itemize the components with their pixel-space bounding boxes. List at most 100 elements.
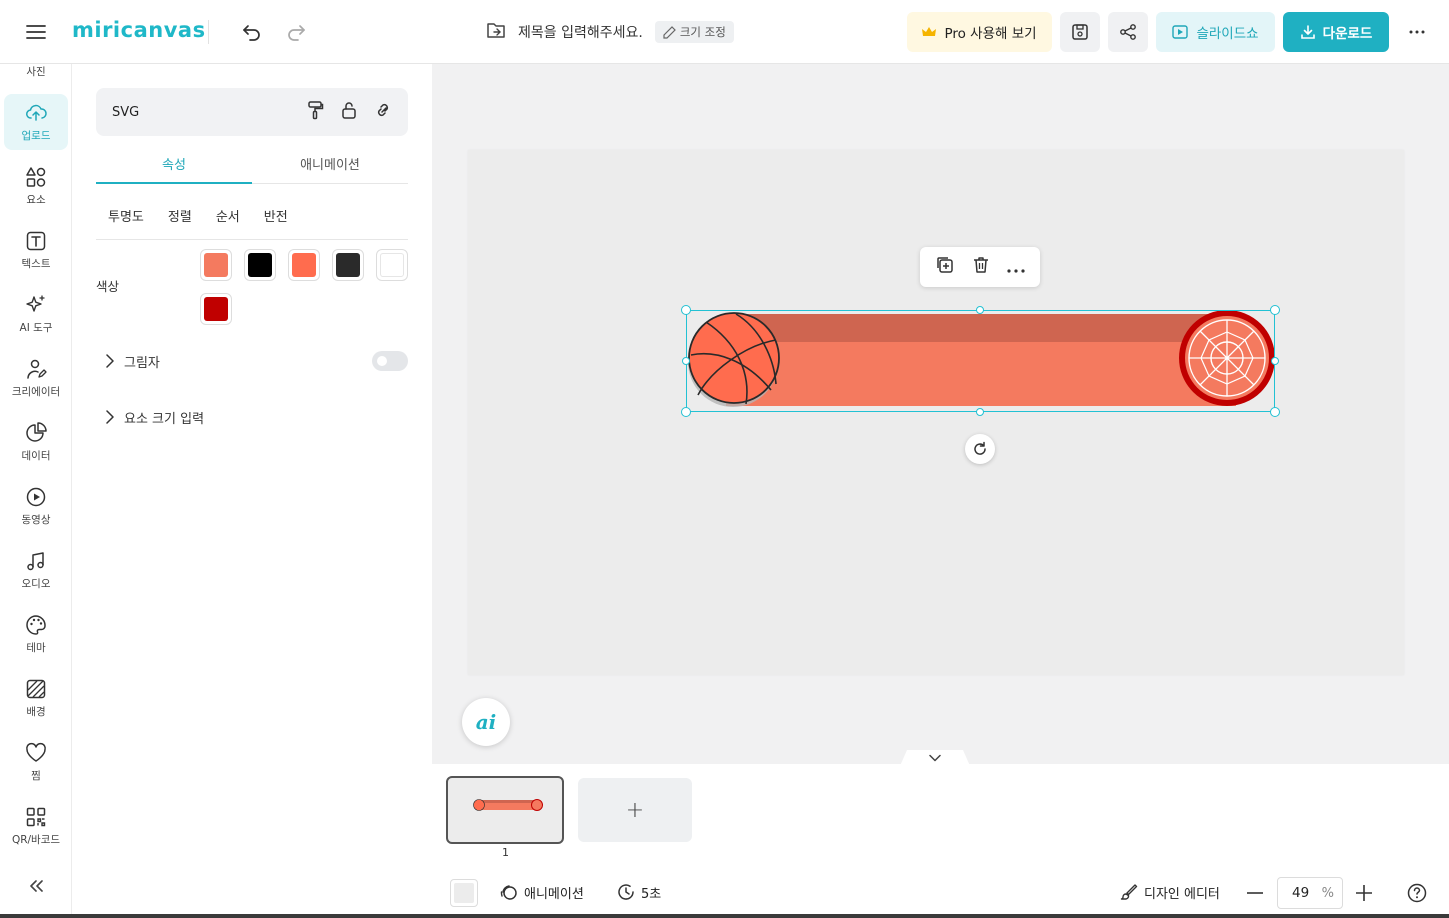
artboard[interactable] [468,150,1404,675]
play-circle-icon [26,487,46,506]
rail-label: 텍스트 [21,257,51,270]
duplicate-icon[interactable] [935,255,955,279]
shadow-toggle[interactable] [372,351,408,371]
more-icon[interactable] [1405,20,1429,44]
share-button[interactable] [1108,12,1148,52]
title-area: 제목을 입력해주세요. 크기 조정 [486,18,734,46]
rail-item-theme[interactable]: 테마 [4,606,68,662]
brush-icon [1120,884,1138,900]
rail-label: 테마 [26,641,46,654]
rail-item-creator[interactable]: 크리에이터 [4,350,68,406]
help-icon[interactable] [1406,882,1428,904]
rail-item-ai-tools[interactable]: AI 도구 [4,286,68,342]
menu-icon[interactable] [24,20,48,44]
rail-item-text[interactable]: 텍스트 [4,222,68,278]
chevron-down-icon [929,754,941,762]
download-button[interactable]: 다운로드 [1283,12,1389,52]
sparkle-icon [26,294,45,312]
background-color-button[interactable] [450,879,478,907]
rotate-handle[interactable] [965,434,995,464]
trash-icon[interactable] [972,255,990,279]
pro-trial-button[interactable]: Pro 사용해 보기 [907,12,1052,52]
zoom-in-icon[interactable] [1353,882,1375,904]
chevron-right-icon [96,354,124,368]
slideshow-button[interactable]: 슬라이드쇼 [1156,12,1275,52]
animation-button[interactable]: 애니메이션 [500,880,584,904]
resize-handle-left[interactable] [682,357,690,365]
rail-item-video[interactable]: 동영상 [4,478,68,534]
zoom-unit: % [1321,885,1334,901]
rail-label: 업로드 [21,129,51,142]
resize-button[interactable]: 크기 조정 [654,21,734,43]
zoom-value: 49 [1292,885,1310,901]
color-swatch-2[interactable] [244,249,276,281]
redo-icon[interactable] [284,20,308,44]
undo-icon[interactable] [240,20,264,44]
shadow-row[interactable]: 그림자 [96,347,408,375]
rail-label: 배경 [26,705,46,718]
rotate-icon [974,441,986,455]
collapse-rail-icon[interactable] [24,874,48,898]
bottom-bar: 애니메이션 5초 디자인 에디터 49 % [432,868,1449,914]
color-swatch-3[interactable] [288,249,320,281]
order-button[interactable]: 순서 [204,206,252,225]
more-horizontal-icon[interactable] [1007,258,1025,277]
opacity-button[interactable]: 투명도 [96,206,156,225]
rail-item-background[interactable]: 배경 [4,670,68,726]
resize-handle-bottom-left[interactable] [681,407,691,417]
duration-button[interactable]: 5초 [617,880,661,904]
rail-item-qr-barcode[interactable]: QR/바코드 [4,798,68,854]
resize-handle-bottom-right[interactable] [1270,407,1280,417]
format-painter-icon[interactable] [306,100,324,124]
zoom-input[interactable]: 49 % [1277,877,1343,909]
resize-handle-top[interactable] [976,306,984,314]
swatch-fill [380,253,404,277]
ai-assistant-button[interactable]: ai [462,698,510,746]
download-icon [1300,25,1315,39]
resize-handle-bottom[interactable] [976,408,984,416]
rail-item-elements[interactable]: 요소 [4,158,68,214]
tab-properties[interactable]: 속성 [96,144,252,184]
rail-item-audio[interactable]: 오디오 [4,542,68,598]
rail-label: 데이터 [21,449,51,462]
link-icon[interactable] [374,100,392,124]
flip-button[interactable]: 반전 [252,206,300,225]
crown-icon [922,27,937,36]
design-editor-button[interactable]: 디자인 에디터 [1120,880,1220,904]
save-button[interactable] [1060,12,1100,52]
swatch-fill [204,297,228,321]
element-toolbar [920,247,1040,287]
size-input-label: 요소 크기 입력 [124,411,205,427]
rail-item-upload[interactable]: 업로드 [4,94,68,150]
unlock-icon[interactable] [340,100,358,124]
color-swatch-5[interactable] [376,249,408,281]
resize-handle-top-left[interactable] [681,305,691,315]
swatch-fill [248,253,272,277]
page-thumbnail[interactable] [446,776,564,844]
creator-icon [27,359,47,379]
pie-chart-icon [26,421,47,442]
resize-handle-top-right[interactable] [1270,305,1280,315]
color-swatch-4[interactable] [332,249,364,281]
text-icon [26,231,46,250]
property-panel: SVG 속성 애니메이션 투명도 정렬 순서 반전 색상 그림자 요소 크기 입… [72,64,432,914]
tab-animation[interactable]: 애니메이션 [252,144,408,183]
swatch-fill [336,253,360,277]
size-input-row[interactable]: 요소 크기 입력 [96,403,408,431]
resize-handle-right[interactable] [1271,357,1279,365]
color-swatch-1[interactable] [200,249,232,281]
document-title-input[interactable]: 제목을 입력해주세요. [518,22,643,42]
download-label: 다운로드 [1322,26,1373,42]
app-logo[interactable]: miricanvas [72,18,206,42]
rail-item-data[interactable]: 데이터 [4,414,68,470]
color-swatch-6[interactable] [200,293,232,325]
rail-item-favorites[interactable]: 찜 [4,734,68,790]
rail-item-photo[interactable]: 사진 [4,56,68,86]
align-button[interactable]: 정렬 [156,206,204,225]
background-color-fill [454,883,474,903]
zoom-out-icon[interactable] [1244,882,1266,904]
rail-label: 찜 [31,769,41,782]
chevron-right-icon [96,410,124,424]
add-page-button[interactable]: + [578,778,692,842]
folder-move-icon[interactable] [486,21,506,43]
